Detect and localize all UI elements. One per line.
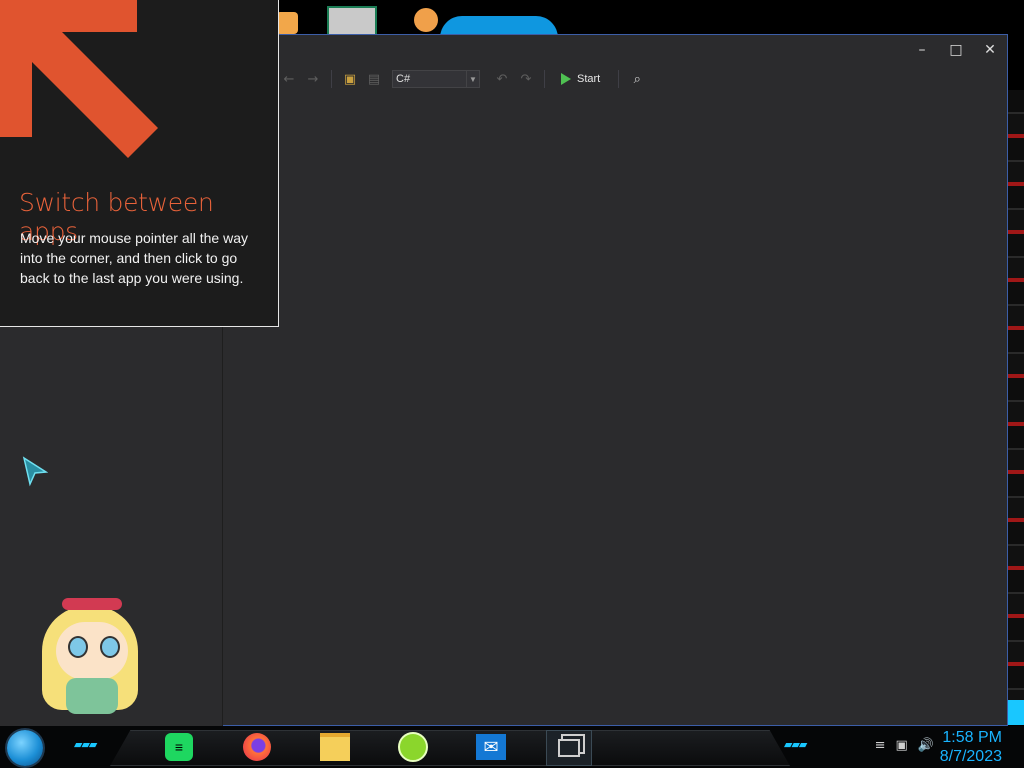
clock-time: 1:58 PM [942, 729, 1002, 746]
close-icon[interactable]: ✕ [973, 35, 1007, 65]
chevron-decoration-icon: ▰▰▰ [74, 738, 97, 751]
code-editor-window: – □ ✕ ← → ▣ ▤ C# ▼ ↶ ↷ Start ⌕ [222, 34, 1008, 726]
switch-apps-tip: Switch between apps Move your mouse poin… [0, 0, 279, 327]
toolbar-separator [618, 70, 620, 88]
desktop-folder-icon[interactable] [327, 0, 377, 38]
back-icon[interactable]: ← [279, 69, 299, 89]
forward-icon[interactable]: → [303, 69, 323, 89]
arrow-up-left-icon [0, 0, 158, 158]
file-explorer-icon[interactable] [318, 730, 352, 764]
undo-icon[interactable]: ↶ [492, 69, 512, 89]
play-icon [561, 73, 571, 85]
chevron-down-icon[interactable]: ▼ [466, 71, 479, 87]
network-icon[interactable]: ▣ [896, 738, 908, 753]
find-icon[interactable]: ⌕ [627, 69, 647, 89]
toolbar-separator [544, 70, 545, 88]
maximize-icon[interactable]: □ [939, 35, 973, 65]
tip-body: Move your mouse pointer all the way into… [20, 230, 248, 286]
character-dress [66, 678, 118, 714]
start-button[interactable]: Start [561, 73, 600, 85]
toolbar-separator [331, 70, 332, 88]
spotify-icon[interactable]: ≡ [162, 730, 196, 764]
volume-icon[interactable]: 🔊 [918, 738, 934, 753]
task-view-icon[interactable] [546, 730, 592, 766]
open-folder-icon[interactable]: ▣ [340, 69, 360, 89]
character-horns [62, 598, 122, 610]
save-icon[interactable]: ▤ [364, 69, 384, 89]
action-center-icon[interactable]: ≡ [875, 738, 886, 753]
taskbar-frame [110, 730, 790, 766]
taskbar: ▰▰▰ ▰▰▰ ≡ ✉ ≡ ▣ 🔊 1:58 PM 8/7/2023 [0, 726, 1024, 768]
minimize-icon[interactable]: – [905, 35, 939, 65]
firefox-icon[interactable] [240, 730, 274, 764]
desktop-user-icon[interactable] [414, 0, 442, 36]
language-value: C# [396, 73, 411, 85]
chevron-decoration-icon: ▰▰▰ [784, 738, 807, 751]
desktop-app-icon[interactable] [276, 0, 298, 36]
lime-app-icon[interactable] [396, 730, 430, 764]
character-eye-right [100, 636, 120, 658]
character-sticker [40, 598, 140, 724]
language-select[interactable]: C# ▼ [392, 70, 480, 88]
clock-date: 8/7/2023 [939, 748, 1002, 765]
start-label: Start [577, 73, 601, 85]
toolbar: ← → ▣ ▤ C# ▼ ↶ ↷ Start ⌕ [279, 67, 647, 91]
redo-icon[interactable]: ↷ [516, 69, 536, 89]
clock[interactable]: 1:58 PM 8/7/2023 [940, 728, 1002, 766]
character-eye-left [68, 636, 88, 658]
mouse-cursor-icon [22, 456, 48, 487]
window-controls: – □ ✕ [905, 35, 1007, 65]
system-tray: ≡ ▣ 🔊 [875, 738, 934, 753]
mail-icon[interactable]: ✉ [474, 730, 508, 764]
start-orb-button[interactable] [7, 730, 43, 766]
